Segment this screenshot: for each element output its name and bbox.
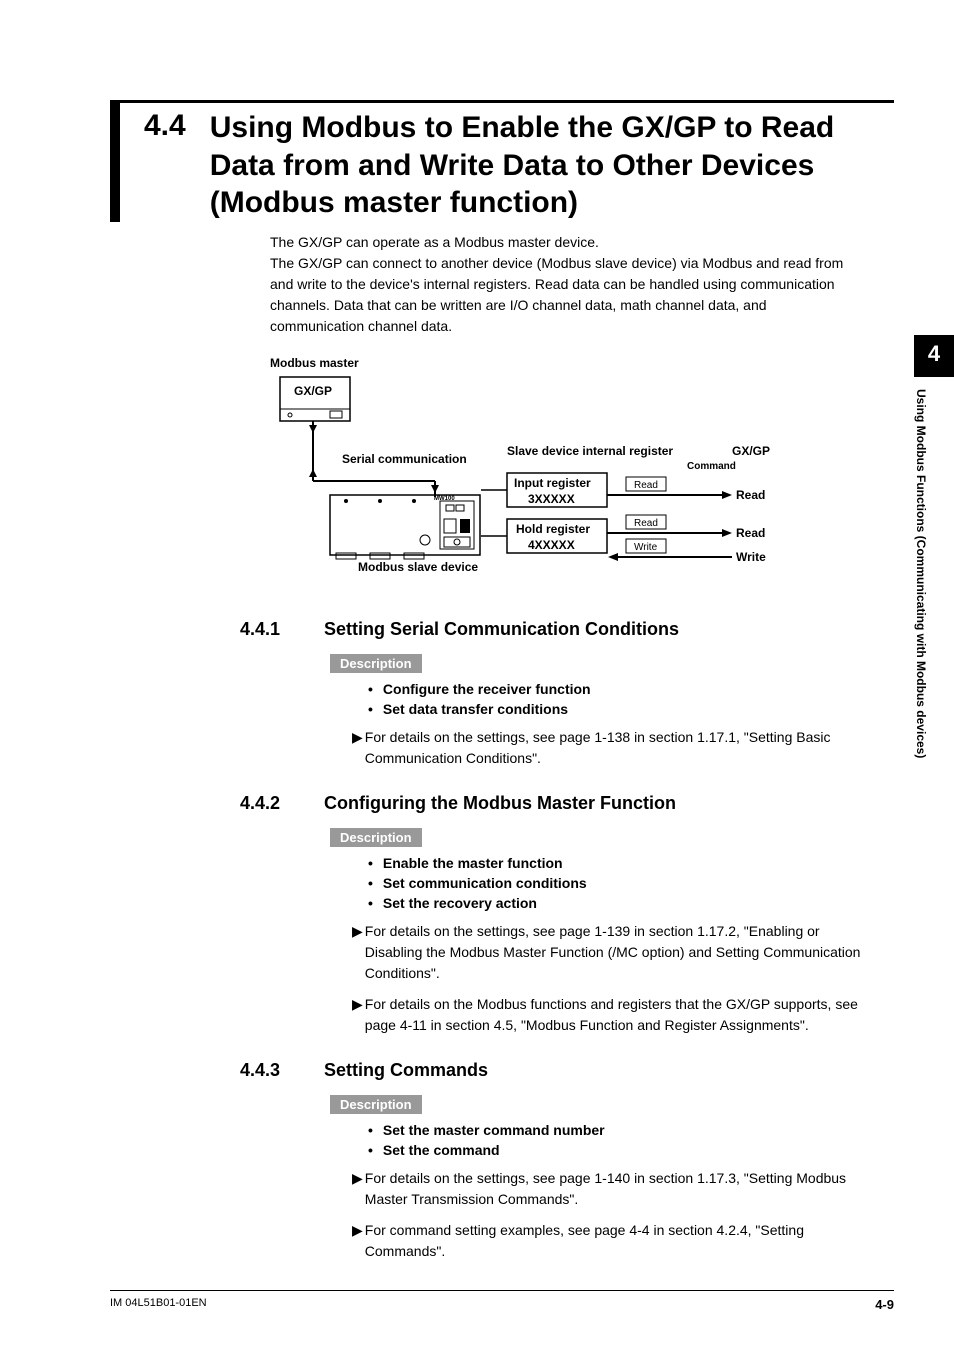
diagram-write: Write [634,542,658,553]
bullet-item: Set communication conditions [368,875,864,891]
chapter-number: 4 [914,335,954,377]
subsection-title: Setting Serial Communication Conditions [324,619,679,640]
description-tag: Description [330,654,422,673]
diagram-read-1: Read [634,480,658,491]
diagram-hold-num: 4XXXXX [528,538,575,552]
section-number: 4.4 [144,103,186,143]
diagram-write-out: Write [736,550,766,564]
bullet-item: Enable the master function [368,855,864,871]
note-text: For details on the settings, see page 1-… [365,727,864,769]
diagram-slave-device: Modbus slave device [358,560,478,574]
subsection-title: Setting Commands [324,1060,488,1081]
diagram-read-out-2: Read [736,526,765,540]
section-title: Using Modbus to Enable the GX/GP to Read… [210,103,894,222]
subsection-number: 4.4.3 [240,1060,300,1081]
triangle-icon: ▶ [352,1220,363,1241]
note-text: For details on the settings, see page 1-… [365,921,864,984]
diagram-master-label: Modbus master [270,356,359,370]
intro-paragraph: The GX/GP can operate as a Modbus master… [270,232,864,337]
diagram-gxgp: GX/GP [294,384,332,398]
bullet-item: Set the master command number [368,1122,864,1138]
bullet-item: Set the command [368,1142,864,1158]
bullet-item: Set data transfer conditions [368,701,864,717]
modbus-diagram: Modbus master GX/GP Serial communication [270,355,864,595]
diagram-command: Command [687,461,736,472]
diagram-input-reg: Input register [514,476,591,490]
note-text: For details on the settings, see page 1-… [365,1168,864,1210]
svg-text:MW100: MW100 [434,496,455,502]
diagram-serial: Serial communication [342,452,467,466]
subsection-title: Configuring the Modbus Master Function [324,793,676,814]
chapter-title-vertical: Using Modbus Functions (Communicating wi… [914,377,941,877]
bullet-item: Set the recovery action [368,895,864,911]
footer-doc-id: IM 04L51B01-01EN [110,1297,207,1312]
diagram-read-2: Read [634,518,658,529]
description-tag: Description [330,1095,422,1114]
diagram-read-out-1: Read [736,488,765,502]
note-text: For details on the Modbus functions and … [365,994,864,1036]
triangle-icon: ▶ [352,921,363,942]
diagram-input-num: 3XXXXX [528,492,575,506]
title-accent-bar [110,103,120,222]
diagram-hold-reg: Hold register [516,522,590,536]
note-text: For command setting examples, see page 4… [365,1220,864,1262]
description-tag: Description [330,828,422,847]
subsection-number: 4.4.2 [240,793,300,814]
bullet-item: Configure the receiver function [368,681,864,697]
chapter-tab: 4 Using Modbus Functions (Communicating … [914,335,954,877]
triangle-icon: ▶ [352,994,363,1015]
triangle-icon: ▶ [352,1168,363,1189]
subsection-number: 4.4.1 [240,619,300,640]
footer-page-number: 4-9 [875,1297,894,1312]
triangle-icon: ▶ [352,727,363,748]
diagram-slave-title: Slave device internal register [507,444,673,458]
diagram-gxgp-right: GX/GP [732,444,770,458]
